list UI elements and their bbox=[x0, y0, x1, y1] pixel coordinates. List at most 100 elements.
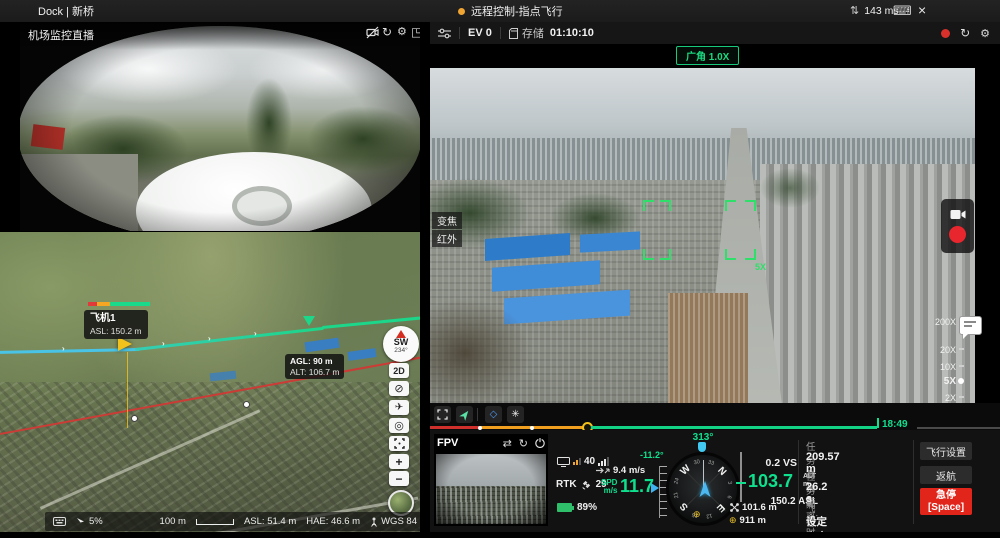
zoom-out-button[interactable]: − bbox=[389, 471, 409, 486]
dock-link-icon bbox=[557, 457, 570, 467]
altitude-tick bbox=[736, 482, 746, 484]
scale-label: 100 m bbox=[160, 516, 186, 527]
tilt-indicator: 5% bbox=[76, 516, 103, 527]
power-icon[interactable] bbox=[535, 438, 545, 448]
surveyor-icon bbox=[370, 517, 378, 527]
datum-value: WGS 84 bbox=[381, 516, 417, 527]
fpv-feed[interactable] bbox=[436, 454, 546, 524]
camera-off-icon[interactable] bbox=[366, 26, 379, 39]
lens-switcher: 变焦 红外 bbox=[432, 212, 462, 247]
zoom-scale-5x[interactable]: 5X bbox=[930, 376, 956, 387]
capture-panel bbox=[941, 199, 974, 253]
zoom-scale-2x[interactable]: 2X bbox=[930, 393, 956, 403]
zoom-scale-20x[interactable]: 20X bbox=[930, 345, 956, 355]
aircraft-tooltip: 飞机1 ASL: 150.2 m bbox=[84, 310, 148, 339]
pip-layout-icon[interactable]: ◳ bbox=[411, 25, 420, 39]
close-icon[interactable]: × bbox=[918, 2, 926, 18]
nofly-zone-button[interactable]: ⊘ bbox=[389, 381, 409, 396]
record-indicator-icon[interactable] bbox=[941, 29, 950, 38]
drone-dock-console: Dock | 新桥 远程控制-指点飞行 ⇅ 143 ms ⌨ × 机场监控直播 bbox=[0, 0, 1000, 538]
keyboard-icon[interactable]: ⌨ bbox=[893, 4, 912, 17]
vertical-speed-value: 0.2 VS bbox=[753, 457, 797, 469]
battery-icon bbox=[557, 503, 572, 512]
scale-bar bbox=[196, 519, 234, 525]
altitude-value: 103.7 bbox=[748, 471, 793, 492]
path-chevron-icon: › bbox=[62, 344, 66, 353]
waypoint-alt: ALT: 106.7 m bbox=[290, 367, 339, 378]
refresh-icon[interactable]: ↻ bbox=[519, 437, 528, 450]
aircraft-battery-bar bbox=[88, 302, 150, 306]
ev-value[interactable]: EV 0 bbox=[468, 27, 492, 39]
timeline-overflow-segment bbox=[917, 427, 1000, 429]
map-status-bar: 5% 100 m ASL: 51.4 m HAE: 46.6 m WGS 84 bbox=[45, 512, 420, 531]
record-button[interactable] bbox=[949, 226, 966, 243]
video-camera-icon[interactable] bbox=[950, 209, 966, 220]
message-bubble-icon[interactable] bbox=[959, 316, 982, 335]
mission-toolbar: ◇ ✳ 18:49 bbox=[430, 403, 1000, 430]
detection-zoom-label: 5X bbox=[755, 262, 766, 272]
battery-status: 89% bbox=[557, 502, 597, 513]
hd-signal-value: 40 bbox=[584, 456, 595, 467]
home-point-icon: ⊕ bbox=[693, 509, 701, 520]
top-bar: Dock | 新桥 远程控制-指点飞行 ⇅ 143 ms ⌨ × bbox=[0, 0, 1000, 22]
wind-readout: 9.4 m/s bbox=[596, 465, 645, 476]
aircraft-marker[interactable] bbox=[118, 337, 139, 351]
zoom-scale-200x[interactable]: 200X bbox=[930, 317, 956, 327]
refresh-icon[interactable]: ↻ bbox=[960, 26, 970, 40]
map-compass-dir: SW bbox=[394, 338, 409, 347]
gear-icon[interactable]: ⚙ bbox=[980, 27, 990, 40]
fit-view-button[interactable] bbox=[389, 436, 409, 451]
timeline-dot[interactable] bbox=[478, 426, 482, 430]
battery-value: 89% bbox=[577, 502, 597, 513]
zoom-lens-button[interactable]: 变焦 bbox=[432, 212, 462, 229]
latency-arrows-icon: ⇅ bbox=[850, 6, 859, 17]
map-panel[interactable]: › › › › 飞机1 ASL: 150.2 m AGL: 90 m ALT: … bbox=[0, 232, 420, 538]
wind-speed: 9.4 m/s bbox=[613, 465, 645, 476]
target-waypoint-marker[interactable] bbox=[303, 316, 315, 332]
datum-indicator: WGS 84 bbox=[370, 516, 417, 527]
waypoint-tooltip: AGL: 90 m ALT: 106.7 m bbox=[285, 354, 344, 379]
detection-box bbox=[725, 200, 756, 260]
aerial-city-feed bbox=[430, 68, 975, 403]
navigation-cursor-button[interactable] bbox=[456, 406, 473, 423]
flight-settings-button[interactable]: 飞行设置 bbox=[920, 442, 972, 460]
map-asl: ASL: 51.4 m bbox=[244, 516, 296, 527]
sparkle-button[interactable]: ✳ bbox=[507, 406, 524, 423]
map-compass[interactable]: SW 234° bbox=[383, 326, 419, 362]
dock-camera-header: 机场监控直播 ↻ ⚙ ◳ bbox=[20, 22, 420, 50]
path-chevron-icon: › bbox=[254, 329, 258, 338]
camera-settings-sliders-icon[interactable] bbox=[438, 28, 451, 39]
dock-camera-feed bbox=[20, 26, 420, 231]
lens-mode-badge: 广角 1.0X bbox=[676, 46, 739, 65]
vertical-speed-bar bbox=[740, 452, 742, 502]
dock-signal-bars-icon bbox=[573, 458, 581, 465]
gear-icon[interactable]: ⚙ bbox=[397, 25, 407, 38]
main-camera-view[interactable]: 广角 1.0X 变焦 红外 5X 200X 20X 10X 5X 2X bbox=[430, 44, 1000, 403]
path-chevron-icon: › bbox=[208, 334, 212, 343]
aircraft-asl: ASL: 150.2 m bbox=[90, 326, 142, 337]
refresh-icon[interactable]: ↻ bbox=[382, 25, 392, 39]
center-target-button[interactable]: ◎ bbox=[389, 418, 409, 433]
ir-lens-button[interactable]: 红外 bbox=[432, 230, 462, 247]
telemetry-panel: FPV ⇄ ↻ 40 RTK 29 89% bbox=[430, 430, 1000, 532]
swap-view-icon[interactable]: ⇄ bbox=[503, 437, 512, 450]
storage-label: 存储 bbox=[522, 25, 544, 41]
zoom-scale-thumb[interactable] bbox=[958, 378, 964, 384]
waypoint-diamond-button[interactable]: ◇ bbox=[485, 406, 502, 423]
timeline-remaining-segment bbox=[591, 426, 877, 429]
map-2d-button[interactable]: 2D bbox=[389, 363, 409, 378]
aircraft-locate-button[interactable]: ✈ bbox=[389, 400, 409, 415]
waypoint-dot[interactable] bbox=[131, 415, 138, 422]
rtk-label: RTK bbox=[556, 479, 577, 490]
satellite-icon bbox=[581, 479, 592, 490]
zoom-scale-10x[interactable]: 10X bbox=[930, 362, 956, 372]
return-home-button[interactable]: 返航 bbox=[920, 466, 972, 484]
legend-icon[interactable] bbox=[53, 517, 66, 526]
timeline-dot[interactable] bbox=[530, 426, 534, 430]
drone-distance-icon bbox=[730, 503, 739, 512]
waypoint-dot[interactable] bbox=[243, 401, 250, 408]
sd-card-icon bbox=[509, 28, 518, 39]
emergency-stop-button[interactable]: 急停 [Space] bbox=[920, 488, 972, 515]
viewport-frame-button[interactable] bbox=[434, 406, 451, 423]
zoom-in-button[interactable]: + bbox=[389, 454, 409, 469]
